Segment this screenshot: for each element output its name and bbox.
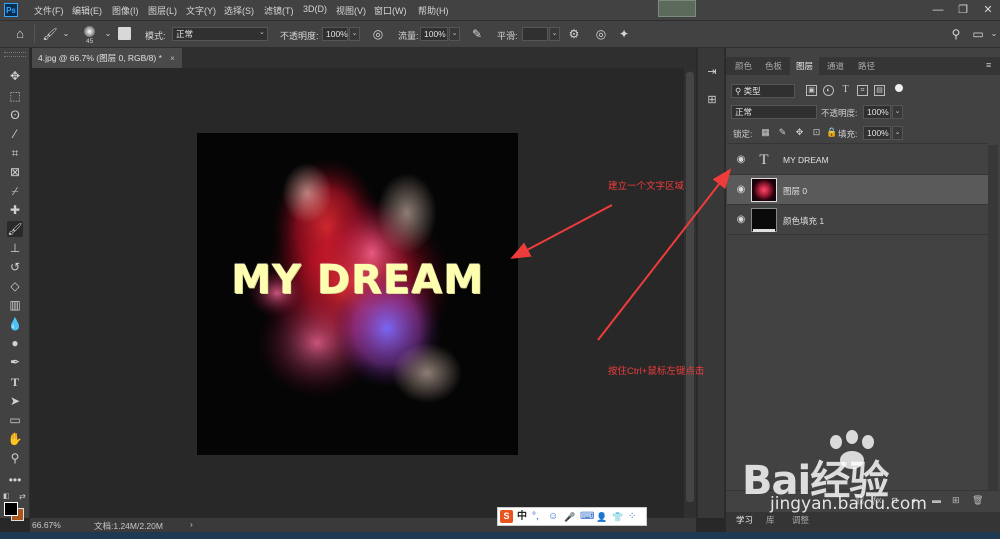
- annotation-ctrl-click: 按住Ctrl+鼠标左键点击: [608, 366, 705, 377]
- windows-taskbar: [0, 532, 1000, 539]
- annotation-text-area: 建立一个文字区域: [608, 181, 685, 192]
- watermark-url: jingyan.baidu.com: [770, 494, 927, 514]
- annotation-arrow-ctrl-click: [597, 168, 732, 341]
- annotation-arrow-text-area: [510, 204, 613, 259]
